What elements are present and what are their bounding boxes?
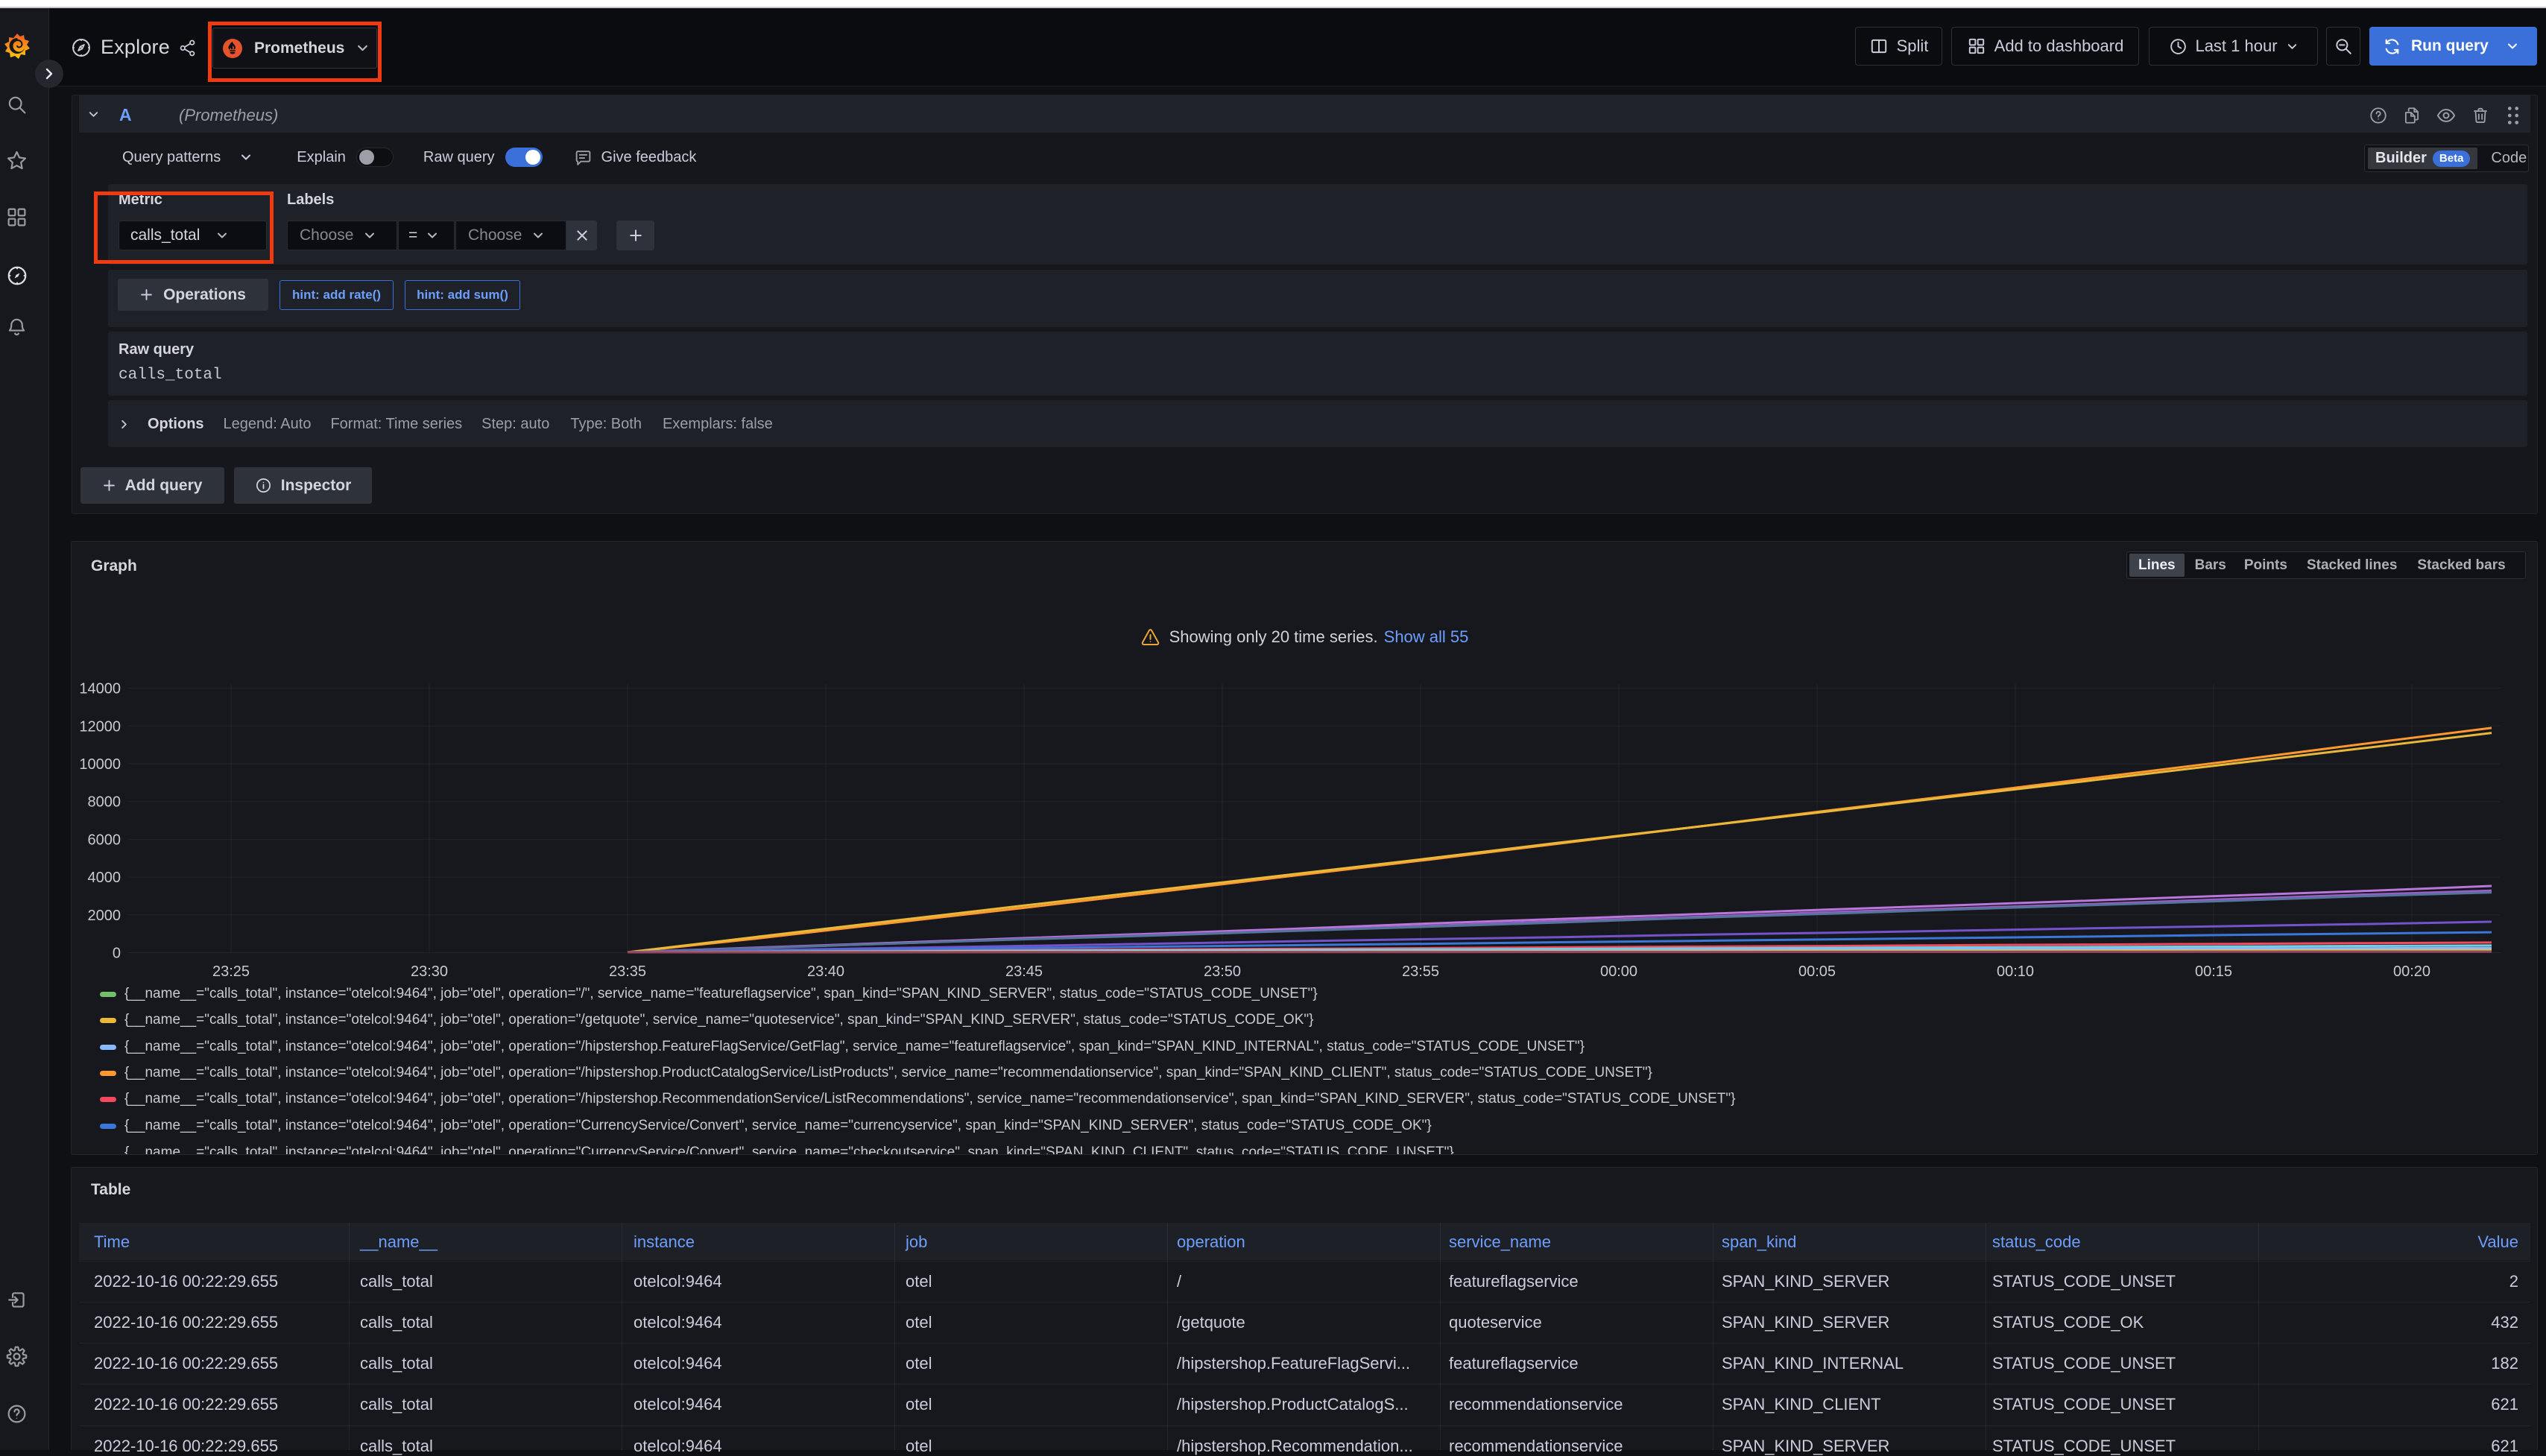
svg-text:00:05: 00:05 [1798,963,1836,980]
svg-text:2000: 2000 [88,908,121,924]
svg-text:0: 0 [113,946,121,962]
svg-text:00:15: 00:15 [2195,963,2232,980]
svg-text:23:55: 23:55 [1402,963,1439,980]
svg-text:23:50: 23:50 [1204,963,1241,980]
svg-text:23:35: 23:35 [609,963,646,980]
svg-text:00:00: 00:00 [1600,963,1637,980]
svg-text:4000: 4000 [88,870,121,886]
svg-text:23:40: 23:40 [807,963,844,980]
svg-text:00:10: 00:10 [1997,963,2034,980]
svg-text:10000: 10000 [79,756,121,773]
svg-text:00:20: 00:20 [2393,963,2430,980]
svg-text:23:30: 23:30 [411,963,448,980]
svg-text:8000: 8000 [88,794,121,811]
svg-text:14000: 14000 [79,681,121,697]
svg-text:12000: 12000 [79,718,121,735]
svg-text:23:45: 23:45 [1005,963,1043,980]
svg-text:6000: 6000 [88,832,121,848]
svg-text:23:25: 23:25 [212,963,250,980]
